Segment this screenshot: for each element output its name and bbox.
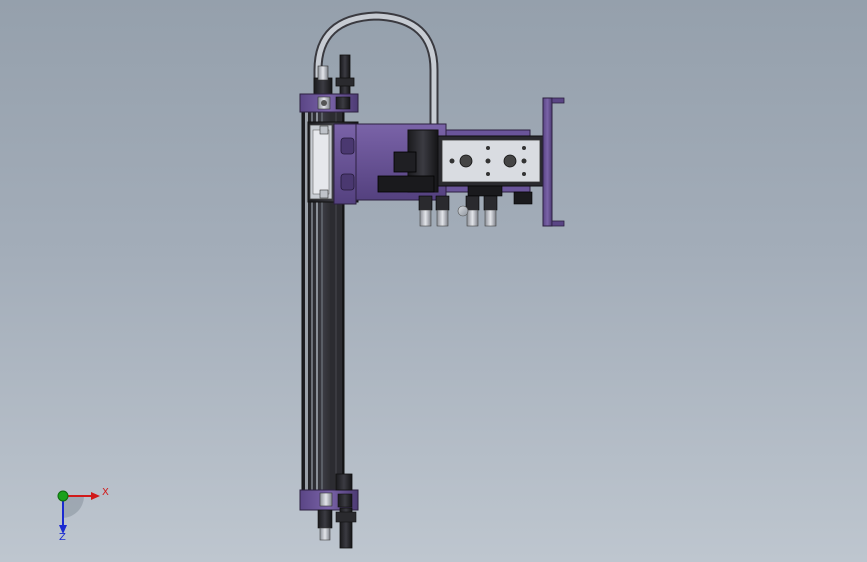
air-fittings[interactable] [418, 195, 498, 227]
end-plate[interactable] [542, 97, 565, 227]
fitting[interactable] [418, 195, 433, 227]
coordinate-triad: X Z [52, 482, 122, 544]
z-axis-label: Z [59, 532, 66, 543]
y-axis-dot-icon [57, 490, 69, 502]
bottom-rod[interactable] [317, 507, 357, 549]
fitting[interactable] [435, 195, 450, 227]
assembly-model[interactable] [0, 0, 867, 562]
top-end-bracket[interactable] [299, 93, 359, 113]
fitting[interactable] [483, 195, 498, 227]
graphics-viewport[interactable]: X Z [0, 0, 867, 562]
x-axis-label: X [102, 487, 109, 498]
